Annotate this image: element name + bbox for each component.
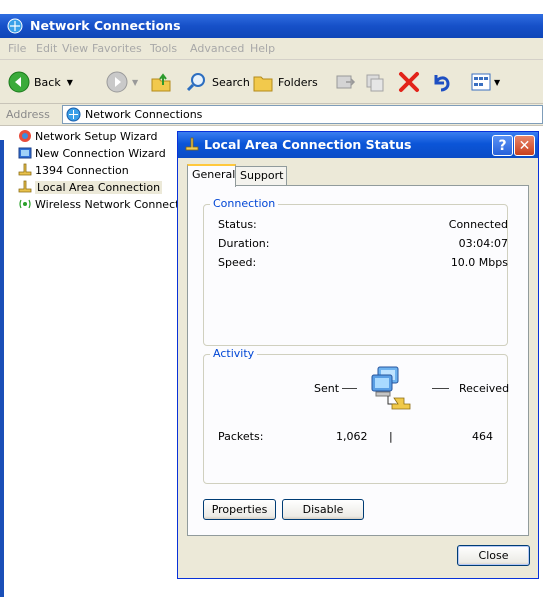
network-connections-icon (7, 18, 23, 34)
packets-label: Packets: (218, 430, 264, 443)
address-bar: Address Network Connections (0, 104, 543, 126)
duration-row: Duration: 03:04:07 (218, 237, 508, 253)
delete-button[interactable] (398, 70, 420, 94)
speed-value: 10.0 Mbps (450, 256, 508, 269)
explorer-title-bar: Network Connections (0, 14, 543, 38)
screen: Network Connections File Edit View Favor… (0, 0, 543, 597)
activity-group-title: Activity (210, 347, 258, 360)
views-dropdown-icon[interactable]: ▼ (494, 78, 500, 87)
search-icon (186, 73, 205, 92)
menu-edit[interactable]: Edit (36, 42, 57, 55)
forward-arrow-icon (106, 71, 128, 93)
general-tab-panel: Connection Status: Connected Duration: 0… (187, 185, 529, 536)
forward-button[interactable]: ▼ (106, 70, 138, 94)
explorer-title: Network Connections (30, 18, 181, 33)
list-item[interactable]: 1394 Connection (18, 162, 129, 178)
wireless-connection-icon (19, 199, 31, 209)
menu-favorites[interactable]: Favorites (92, 42, 142, 55)
received-line (432, 388, 449, 389)
move-to-button[interactable] (334, 70, 356, 94)
packets-sent-value: 1,062 (336, 430, 368, 443)
menu-help[interactable]: Help (250, 42, 275, 55)
close-window-button[interactable]: ✕ (514, 135, 535, 156)
toolbar: Back ▼ ▼ Search Folders ▼ (0, 60, 543, 104)
packets-received-value: 464 (472, 430, 493, 443)
connection-group-title: Connection (210, 197, 279, 210)
up-folder-icon (151, 73, 171, 92)
list-item[interactable]: Network Setup Wizard (18, 128, 157, 144)
address-label: Address (6, 108, 50, 121)
close-button[interactable]: Close (457, 545, 530, 566)
duration-value: 03:04:07 (458, 237, 508, 250)
address-field[interactable]: Network Connections (62, 105, 543, 124)
disable-button[interactable]: Disable (282, 499, 364, 520)
delete-icon (399, 72, 419, 92)
copy-to-button[interactable] (364, 70, 386, 94)
back-arrow-icon (8, 71, 30, 93)
packets-separator: | (389, 430, 393, 443)
window-left-edge (0, 140, 4, 597)
connection-group: Connection Status: Connected Duration: 0… (203, 197, 508, 346)
views-button[interactable]: ▼ (470, 70, 500, 94)
status-label: Status: (218, 218, 257, 231)
copy-to-icon (366, 74, 384, 92)
status-row: Status: Connected (218, 218, 508, 234)
list-item[interactable]: New Connection Wizard (18, 145, 166, 161)
menu-view[interactable]: View (62, 42, 88, 55)
dialog-title-bar[interactable]: Local Area Connection Status ? ✕ (178, 132, 538, 158)
forward-dropdown-icon[interactable]: ▼ (132, 78, 138, 87)
address-value: Network Connections (85, 108, 203, 121)
tab-support[interactable]: Support (235, 166, 287, 186)
undo-button[interactable] (430, 70, 452, 94)
menu-file[interactable]: File (8, 42, 26, 55)
menu-bar: File Edit View Favorites Tools Advanced … (0, 38, 543, 60)
views-icon (471, 73, 491, 91)
sent-line (342, 388, 357, 389)
speed-row: Speed: 10.0 Mbps (218, 256, 508, 272)
dialog-title: Local Area Connection Status (204, 137, 412, 152)
folders-button[interactable]: Folders (252, 70, 318, 94)
network-connections-icon (66, 107, 81, 122)
list-item[interactable]: Local Area Connection (18, 179, 163, 195)
lan-connection-icon (18, 163, 32, 176)
up-folder-button[interactable] (150, 70, 172, 94)
status-value: Connected (448, 218, 508, 231)
menu-tools[interactable]: Tools (150, 42, 177, 55)
duration-label: Duration: (218, 237, 270, 250)
folders-icon (253, 76, 273, 92)
lan-connection-icon (18, 180, 32, 193)
setup-wizard-icon (19, 130, 31, 142)
new-connection-wizard-icon (18, 147, 32, 159)
received-label: Received (459, 382, 510, 395)
lan-connection-icon (185, 137, 199, 151)
activity-group: Activity Sent Received Packets: 1,062 | (203, 347, 510, 484)
list-item[interactable]: Wireless Network Connection (18, 196, 196, 212)
menu-advanced[interactable]: Advanced (190, 42, 244, 55)
back-dropdown-icon[interactable]: ▼ (67, 78, 73, 87)
properties-button[interactable]: Properties (203, 499, 276, 520)
network-activity-icon (371, 366, 411, 410)
tab-general[interactable]: General (187, 164, 236, 187)
local-area-connection-status-dialog: Local Area Connection Status ? ✕ General… (177, 131, 539, 579)
sent-label: Sent (314, 382, 340, 395)
back-button[interactable]: Back ▼ (8, 70, 73, 94)
undo-icon (434, 75, 450, 92)
speed-label: Speed: (218, 256, 257, 269)
move-to-icon (336, 75, 356, 89)
help-button[interactable]: ? (492, 135, 513, 156)
search-button[interactable]: Search (186, 70, 250, 94)
